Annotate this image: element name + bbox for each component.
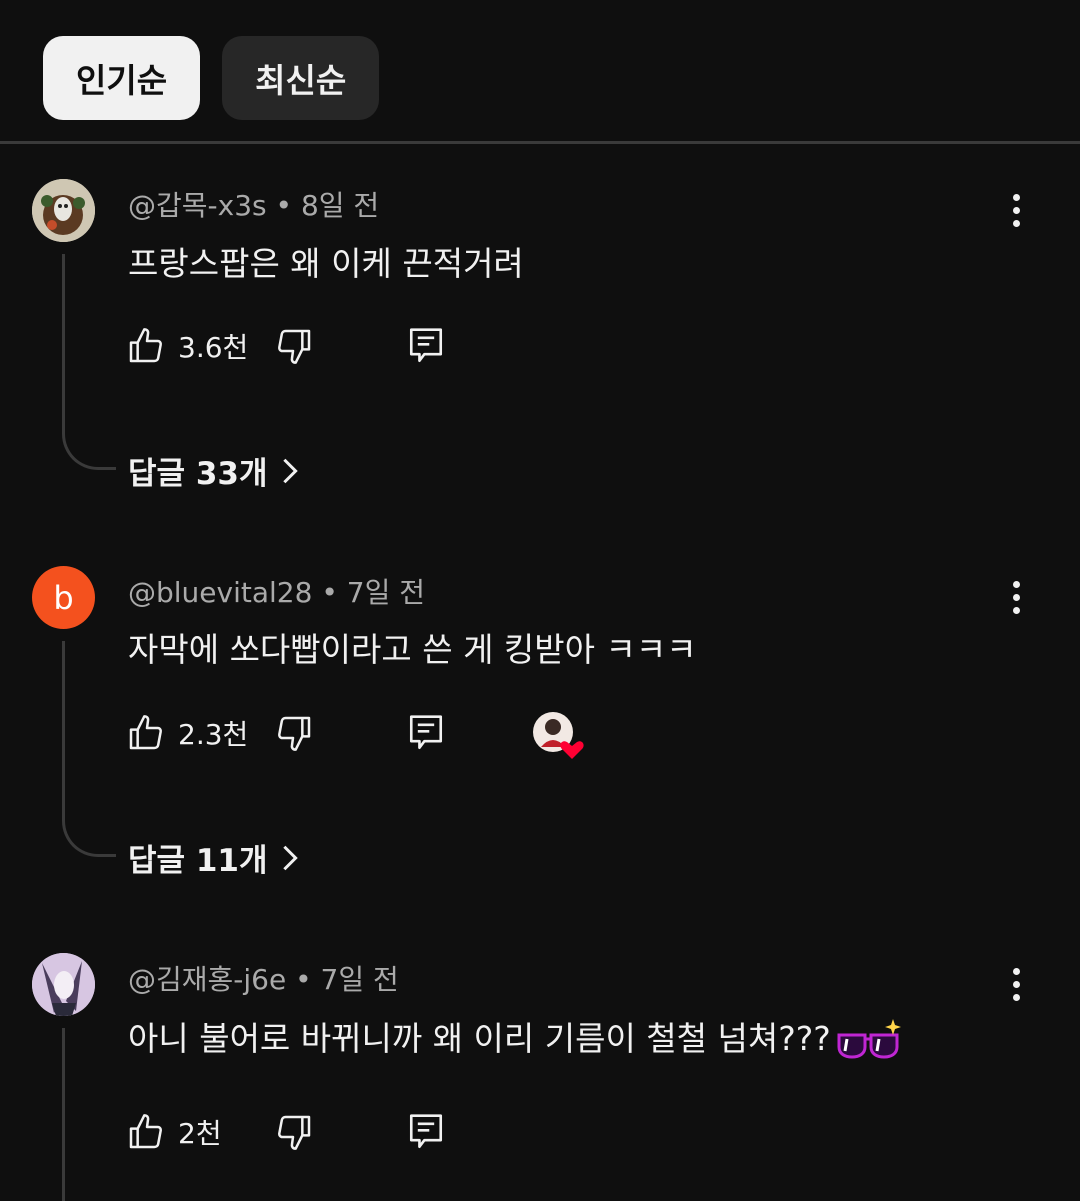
view-replies-button[interactable]: 답글 11개 xyxy=(128,835,300,880)
reply-icon xyxy=(409,715,443,750)
comment-meta: @bluevital28 • 7일 전 xyxy=(128,571,425,611)
avatar-image xyxy=(32,179,95,242)
thumbs-down-icon xyxy=(278,716,311,751)
thread-line xyxy=(62,641,65,821)
chevron-right-icon xyxy=(282,458,298,483)
sort-popular-button[interactable]: 인기순 xyxy=(43,36,201,120)
reply-button[interactable] xyxy=(408,711,444,755)
like-button[interactable]: 2.3천 xyxy=(126,711,248,755)
dislike-button[interactable] xyxy=(274,324,314,368)
like-count: 3.6천 xyxy=(178,331,249,364)
meta-separator: • xyxy=(321,576,338,609)
more-vertical-icon xyxy=(1012,580,1020,588)
comment-meta: @갑목-x3s • 8일 전 xyxy=(128,184,379,224)
comment-text-body: 아니 불어로 바뀌니까 왜 이리 기름이 철철 넘쳐??? xyxy=(128,1019,831,1058)
thread-curve xyxy=(62,432,116,470)
creator-heart-badge xyxy=(532,711,588,761)
thumbs-up-icon xyxy=(129,715,162,750)
more-vertical-icon xyxy=(1012,193,1020,201)
divider xyxy=(0,141,1080,144)
thread-line xyxy=(62,1028,65,1201)
thumbs-up-icon xyxy=(129,328,162,363)
like-button[interactable]: 2천 xyxy=(126,1110,222,1154)
like-button[interactable]: 3.6천 xyxy=(126,324,248,368)
comment-actions: 2천 xyxy=(126,1110,606,1154)
reply-button[interactable] xyxy=(408,324,444,368)
avatar[interactable]: b xyxy=(32,566,95,629)
avatar-image xyxy=(32,953,95,1016)
sort-bar: 인기순 최신순 xyxy=(43,36,380,120)
more-vertical-icon xyxy=(1012,967,1020,975)
view-replies-button[interactable]: 답글 33개 xyxy=(128,448,300,493)
more-options-button[interactable] xyxy=(1000,186,1032,234)
reply-button[interactable] xyxy=(408,1110,444,1154)
sunglasses-sparkle-emoji-icon xyxy=(837,1018,901,1059)
reply-icon xyxy=(409,328,443,363)
comment-text: 프랑스팝은 왜 이케 끈적거려 xyxy=(128,244,524,283)
comment-handle[interactable]: @bluevital28 xyxy=(128,576,312,609)
thumbs-down-icon xyxy=(278,1115,311,1150)
comment-actions: 3.6천 xyxy=(126,324,606,368)
comment-text: 자막에 쏘다빱이라고 쓴 게 킹받아 ㅋㅋㅋ xyxy=(128,630,697,669)
avatar[interactable] xyxy=(32,179,95,242)
comment-handle[interactable]: @김재홍-j6e xyxy=(128,963,286,996)
dislike-button[interactable] xyxy=(274,1110,314,1154)
more-options-button[interactable] xyxy=(1000,960,1032,1008)
more-options-button[interactable] xyxy=(1000,573,1032,621)
creator-avatar-heart-icon xyxy=(533,712,584,759)
reply-icon xyxy=(409,1114,443,1149)
dislike-button[interactable] xyxy=(274,711,314,755)
chevron-right-icon xyxy=(282,845,298,870)
comment-time: 7일 전 xyxy=(320,963,399,996)
replies-label: 답글 11개 xyxy=(128,843,268,879)
meta-separator: • xyxy=(295,963,312,996)
replies-label: 답글 33개 xyxy=(128,456,268,492)
thread-curve xyxy=(62,819,116,857)
thread-line xyxy=(62,254,65,434)
thumbs-down-icon xyxy=(278,329,311,364)
comment-time: 7일 전 xyxy=(346,576,425,609)
thumbs-up-icon xyxy=(129,1114,162,1149)
sort-newest-button[interactable]: 최신순 xyxy=(222,36,380,120)
comment-text: 아니 불어로 바뀌니까 왜 이리 기름이 철철 넘쳐??? xyxy=(128,1012,905,1065)
comment-handle[interactable]: @갑목-x3s xyxy=(128,189,267,222)
comment-meta: @김재홍-j6e • 7일 전 xyxy=(128,958,399,998)
comment-time: 8일 전 xyxy=(300,189,380,222)
like-count: 2.3천 xyxy=(178,718,249,751)
meta-separator: • xyxy=(275,189,293,222)
avatar[interactable] xyxy=(32,953,95,1016)
like-count: 2천 xyxy=(178,1117,222,1150)
comment-actions: 2.3천 xyxy=(126,711,606,759)
